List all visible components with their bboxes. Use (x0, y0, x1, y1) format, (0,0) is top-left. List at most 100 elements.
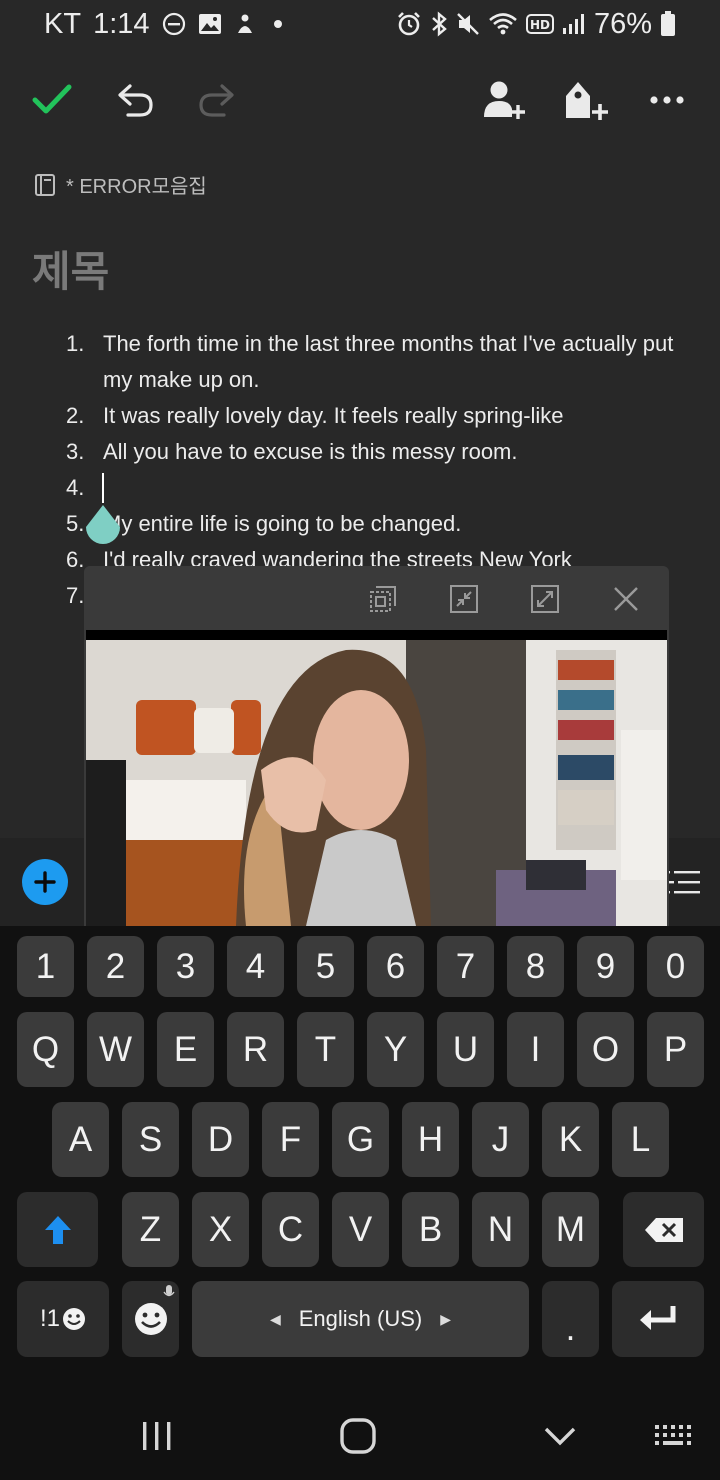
key-s[interactable]: S (122, 1102, 179, 1177)
key-5[interactable]: 5 (297, 936, 354, 997)
save-check-button[interactable] (26, 74, 78, 126)
key-z[interactable]: Z (122, 1192, 179, 1267)
redo-button[interactable] (190, 74, 242, 126)
add-tag-button[interactable] (558, 74, 610, 126)
notebook-icon (35, 173, 55, 196)
key-9[interactable]: 9 (577, 936, 634, 997)
key-i[interactable]: I (507, 1012, 564, 1087)
more-options-button[interactable] (641, 74, 693, 126)
undo-button[interactable] (110, 74, 162, 126)
close-icon (614, 587, 638, 611)
key-d[interactable]: D (192, 1102, 249, 1177)
period-key[interactable]: . (542, 1281, 599, 1357)
insert-button[interactable] (22, 859, 68, 905)
key-w[interactable]: W (87, 1012, 144, 1087)
key-k[interactable]: K (542, 1102, 599, 1177)
shift-key[interactable] (17, 1192, 98, 1267)
emoji-small-icon (63, 1308, 85, 1330)
app-notification-icon (234, 13, 256, 35)
floating-video-player[interactable] (84, 566, 669, 926)
emoji-icon (134, 1303, 167, 1335)
key-7[interactable]: 7 (437, 936, 494, 997)
recent-apps-button[interactable] (140, 1420, 174, 1452)
recents-icon (143, 1422, 171, 1450)
key-2[interactable]: 2 (87, 936, 144, 997)
hide-keyboard-button[interactable] (543, 1426, 577, 1448)
key-q[interactable]: Q (17, 1012, 74, 1087)
key-a[interactable]: A (52, 1102, 109, 1177)
key-3[interactable]: 3 (157, 936, 214, 997)
list-item[interactable]: 5. My entire life is going to be changed. (66, 506, 676, 542)
undo-icon (118, 84, 153, 117)
hd-voice-icon: HD (525, 14, 554, 34)
key-g[interactable]: G (332, 1102, 389, 1177)
list-item[interactable]: 2. It was really lovely day. It feels rea… (66, 398, 676, 434)
key-y[interactable]: Y (367, 1012, 424, 1087)
close-video-button[interactable] (609, 582, 643, 616)
symbols-key[interactable]: !1 (17, 1281, 109, 1357)
notebook-name: * ERROR모음집 (66, 176, 207, 198)
key-b[interactable]: B (402, 1192, 459, 1267)
key-p[interactable]: P (647, 1012, 704, 1087)
key-m[interactable]: M (542, 1192, 599, 1267)
pip-mode-button[interactable] (366, 582, 400, 616)
key-u[interactable]: U (437, 1012, 494, 1087)
enter-key[interactable] (612, 1281, 704, 1357)
space-key[interactable]: ◀ English (US) ▶ (192, 1281, 529, 1357)
key-x[interactable]: X (192, 1192, 249, 1267)
list-item[interactable]: 4. (66, 470, 676, 506)
more-dots-icon (650, 96, 684, 104)
time-label: 1:14 (93, 7, 150, 40)
home-button[interactable] (340, 1418, 376, 1454)
plus-icon (34, 871, 56, 893)
key-f[interactable]: F (262, 1102, 319, 1177)
gallery-icon (198, 13, 222, 35)
more-notifications-dot (273, 20, 282, 28)
key-l[interactable]: L (612, 1102, 669, 1177)
key-j[interactable]: J (472, 1102, 529, 1177)
key-e[interactable]: E (157, 1012, 214, 1087)
add-person-icon (484, 81, 525, 119)
cursor-handle[interactable] (84, 505, 122, 549)
keyboard-switch-button[interactable] (654, 1424, 694, 1448)
navigation-bar (0, 1396, 720, 1480)
list-item[interactable]: 1. The forth time in the last three month… (66, 326, 676, 398)
key-t[interactable]: T (297, 1012, 354, 1087)
note-title-field[interactable]: 제목 (32, 238, 109, 299)
key-0[interactable]: 0 (647, 936, 704, 997)
note-toolbar (0, 60, 720, 140)
samsung-keyboard: 1 2 3 4 5 6 7 8 9 0 Q W E R T Y U I O P … (0, 926, 720, 1396)
battery-icon (660, 11, 676, 37)
minimize-video-button[interactable] (447, 582, 481, 616)
notebook-selector[interactable]: * ERROR모음집 (34, 170, 207, 199)
collapse-icon (450, 585, 478, 613)
emoji-key[interactable] (122, 1281, 179, 1357)
key-4[interactable]: 4 (227, 936, 284, 997)
key-v[interactable]: V (332, 1192, 389, 1267)
signal-icon (562, 12, 586, 36)
keyboard-icon (655, 1425, 691, 1445)
key-c[interactable]: C (262, 1192, 319, 1267)
key-8[interactable]: 8 (507, 936, 564, 997)
svg-text:HD: HD (530, 18, 550, 32)
backspace-key[interactable] (623, 1192, 704, 1267)
pip-icon (370, 586, 396, 612)
share-note-button[interactable] (478, 74, 530, 126)
expand-video-button[interactable] (528, 582, 562, 616)
redo-icon (199, 84, 234, 117)
symbols-key-label: !1 (39, 1305, 60, 1332)
language-prev-icon: ◀ (269, 1310, 281, 1327)
key-o[interactable]: O (577, 1012, 634, 1087)
battery-percent: 76% (593, 7, 652, 40)
key-h[interactable]: H (402, 1102, 459, 1177)
format-list-icon[interactable] (664, 868, 700, 898)
key-6[interactable]: 6 (367, 936, 424, 997)
video-controls-bar (84, 566, 669, 630)
key-1[interactable]: 1 (17, 936, 74, 997)
key-r[interactable]: R (227, 1012, 284, 1087)
video-frame[interactable] (86, 630, 667, 926)
chevron-down-icon (544, 1427, 576, 1446)
key-n[interactable]: N (472, 1192, 529, 1267)
list-item[interactable]: 3. All you have to excuse is this messy r… (66, 434, 676, 470)
status-bar: KT 1:14 HD 76% (0, 0, 720, 48)
